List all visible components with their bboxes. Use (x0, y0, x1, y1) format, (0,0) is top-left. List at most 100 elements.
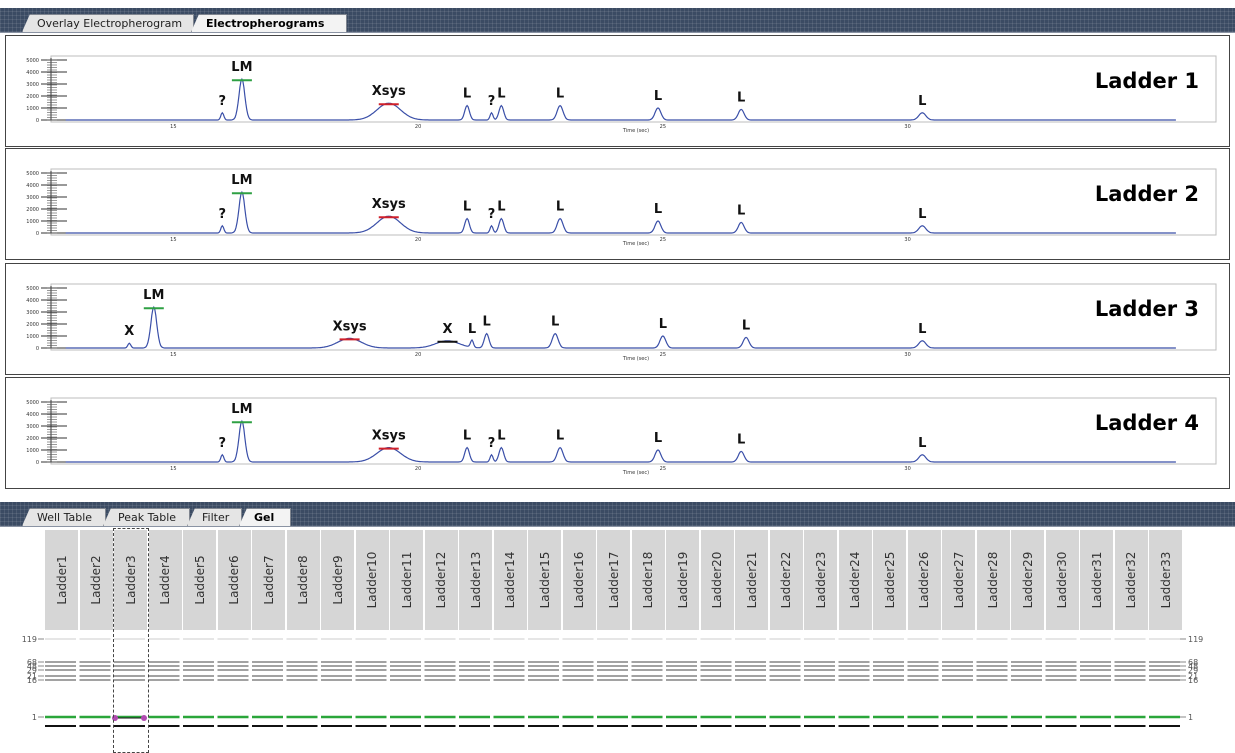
peak-label: L (497, 200, 505, 215)
peak-label: L (742, 318, 750, 333)
peak-label: L (483, 315, 491, 330)
y-tick-label: 2000 (26, 436, 39, 442)
y-tick-label: 2000 (26, 322, 39, 328)
x-tick-label: 25 (660, 466, 666, 472)
electropherogram-panel-2[interactable]: 5000 4000 3000 2000 1000 0 15 20 25 30 Time (sec)?… (5, 148, 1230, 260)
x-axis-label: Time (sec) (622, 470, 649, 476)
y-tick-label: 5000 (26, 171, 39, 177)
peak-label: L (551, 315, 559, 330)
y-tick-label: 1000 (26, 106, 39, 112)
electropherogram-panel-1[interactable]: 5000 4000 3000 2000 1000 0 15 20 25 30 Time (sec)?… (5, 35, 1230, 147)
y-tick-label: 4000 (26, 70, 39, 76)
x-tick-label: 15 (170, 124, 176, 130)
plot-frame (50, 283, 1217, 351)
x-tick-label: 20 (415, 466, 421, 472)
selected-lane-outline (113, 528, 149, 753)
peak-label: L (654, 89, 662, 104)
peak-label: L (468, 322, 476, 337)
peak-label: LM (231, 402, 252, 417)
electropherogram-trace (65, 419, 1176, 463)
panel-title: Ladder 1 (1094, 69, 1199, 93)
peak-label: ? (219, 207, 227, 222)
peak-label: X (442, 322, 452, 337)
size-marker-label-left: 119 (22, 635, 37, 644)
peak-label: L (556, 87, 564, 102)
x-tick-label: 15 (170, 237, 176, 243)
y-tick-label: 2000 (26, 94, 39, 100)
peak-label: L (654, 202, 662, 217)
tab-peak-table[interactable]: Peak Table (103, 508, 190, 526)
panel-title: Ladder 3 (1094, 297, 1199, 321)
peak-label: L (918, 322, 926, 337)
y-tick-label: 3000 (26, 310, 39, 316)
x-tick-label: 25 (660, 237, 666, 243)
peak-label: ? (488, 207, 496, 222)
peak-label: L (918, 207, 926, 222)
peak-label: X (124, 324, 134, 339)
peak-label: ? (219, 94, 227, 109)
x-tick-label: 15 (170, 352, 176, 358)
peak-label: L (654, 431, 662, 446)
size-marker-label-right: 16 (1188, 676, 1198, 685)
peak-label: Xsys (372, 197, 406, 212)
y-tick-label: 0 (36, 346, 39, 352)
electropherogram-trace (65, 190, 1176, 234)
panel-title: Ladder 4 (1094, 411, 1199, 435)
peak-label: Xsys (333, 319, 367, 334)
electropherogram-plot: 5000 4000 3000 2000 1000 0 15 20 25 30 Time (sec) X… (26, 283, 1217, 362)
x-tick-label: 20 (415, 237, 421, 243)
panel-title: Ladder 2 (1094, 182, 1199, 206)
electropherogram-plot: 5000 4000 3000 2000 1000 0 15 20 25 30 Time (sec)?… (26, 55, 1217, 134)
size-marker-label-right: 119 (1188, 635, 1203, 644)
peak-label: L (556, 200, 564, 215)
electropherogram-trace (65, 305, 1176, 349)
y-tick-label: 1000 (26, 219, 39, 225)
y-tick-label: 4000 (26, 298, 39, 304)
electropherogram-panel-4[interactable]: 5000 4000 3000 2000 1000 0 15 20 25 30 Time (sec)?… (5, 377, 1230, 489)
x-tick-label: 15 (170, 466, 176, 472)
electropherogram-panel-3[interactable]: 5000 4000 3000 2000 1000 0 15 20 25 30 Time (sec) X… (5, 263, 1230, 375)
gel-view: Ladder1 Ladder2 Ladder3 Ladder4 Ladder5 Ladde… (0, 528, 1235, 753)
y-tick-label: 5000 (26, 286, 39, 292)
x-tick-label: 20 (415, 124, 421, 130)
x-tick-label: 30 (904, 124, 910, 130)
y-tick-label: 2000 (26, 207, 39, 213)
peak-label: L (737, 90, 745, 105)
y-tick-label: 4000 (26, 183, 39, 189)
peak-label: L (659, 317, 667, 332)
peak-label: LM (231, 173, 252, 188)
peak-label: L (737, 432, 745, 447)
x-tick-label: 30 (904, 237, 910, 243)
y-tick-label: 0 (36, 118, 39, 124)
tab-gel[interactable]: Gel (239, 508, 291, 526)
plot-frame (50, 168, 1217, 236)
x-tick-label: 30 (904, 466, 910, 472)
tab-well-table[interactable]: Well Table (22, 508, 106, 526)
peak-label: L (918, 94, 926, 109)
peak-label: L (497, 87, 505, 102)
x-tick-label: 25 (660, 124, 666, 130)
tab-filter[interactable]: Filter (187, 508, 242, 526)
peak-label: ? (488, 94, 496, 109)
size-marker-label-left: 16 (27, 676, 37, 685)
y-tick-label: 4000 (26, 412, 39, 418)
tab-electropherograms[interactable]: Electropherograms (191, 14, 347, 32)
plot-frame (50, 397, 1217, 465)
y-tick-label: 5000 (26, 400, 39, 406)
y-tick-label: 3000 (26, 424, 39, 430)
x-axis-label: Time (sec) (622, 356, 649, 362)
y-tick-label: 0 (36, 231, 39, 237)
tab-overlay-electropherogram[interactable]: Overlay Electropherogram (22, 14, 194, 32)
x-tick-label: 20 (415, 352, 421, 358)
x-axis-label: Time (sec) (622, 241, 649, 247)
peak-label: L (556, 429, 564, 444)
x-tick-label: 30 (904, 352, 910, 358)
plot-frame (50, 55, 1217, 123)
y-tick-label: 1000 (26, 334, 39, 340)
y-tick-label: 0 (36, 460, 39, 466)
y-tick-label: 1000 (26, 448, 39, 454)
peak-label: ? (488, 436, 496, 451)
peak-label: L (497, 429, 505, 444)
size-marker-label-right: 1 (1188, 713, 1193, 722)
peak-label: LM (143, 288, 164, 303)
